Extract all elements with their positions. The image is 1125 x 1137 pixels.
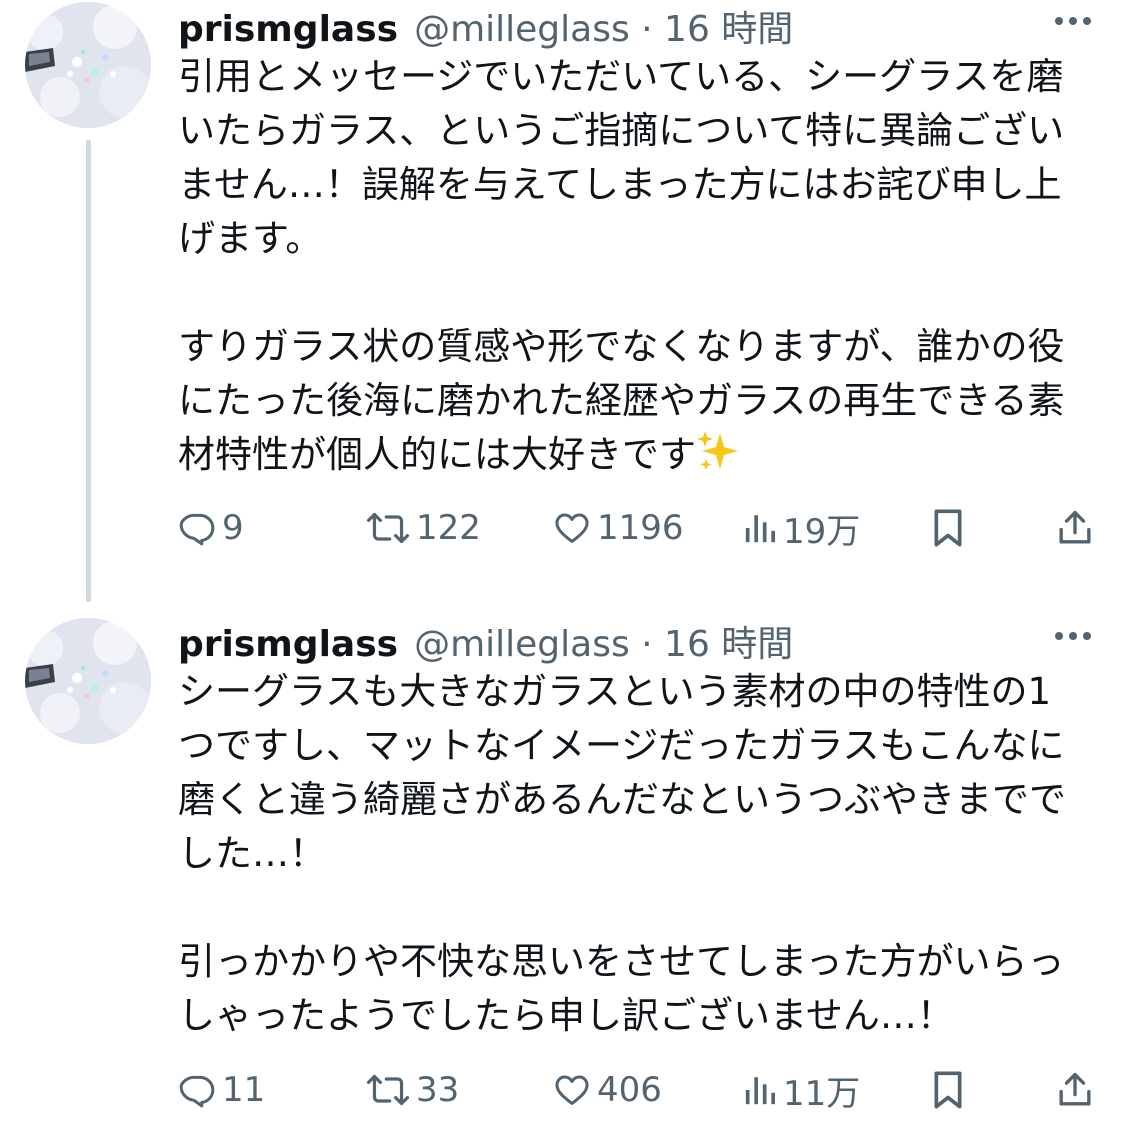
display-name[interactable]: prismglass <box>178 9 398 50</box>
share-button[interactable] <box>1056 503 1094 553</box>
sparkles-icon <box>696 429 740 488</box>
views-chart-icon <box>745 515 776 543</box>
tweet-header: prismglass @milleglass · 16 時間 <box>178 615 1095 665</box>
reply-button[interactable]: 9 <box>178 503 244 553</box>
avatar[interactable] <box>25 2 151 128</box>
avatar[interactable] <box>25 618 151 744</box>
tweet-actions: 11 33 406 11万 <box>178 1065 1098 1115</box>
reply-button[interactable]: 11 <box>178 1065 265 1115</box>
repost-count: 33 <box>416 1070 460 1110</box>
repost-button[interactable]: 122 <box>366 503 481 553</box>
repost-count: 122 <box>416 508 481 548</box>
reply-icon <box>179 1075 215 1108</box>
bookmark-icon <box>934 509 962 547</box>
like-count: 1196 <box>597 508 684 548</box>
views-button[interactable]: 19万 <box>743 503 860 553</box>
like-button[interactable]: 1196 <box>553 503 684 553</box>
thread-line <box>86 140 91 602</box>
tweet-text-content: 引用とメッセージでいただいている、シーグラスを磨いたらガラス、というご指摘につい… <box>178 55 1065 476</box>
bookmark-icon <box>934 1071 962 1109</box>
tweet-text-content: シーグラスも大きなガラスという素材の中の特性の1つですし、マットなイメージだった… <box>178 670 1066 1037</box>
views-count: 19万 <box>783 511 861 552</box>
share-button[interactable] <box>1056 1065 1094 1115</box>
tweet[interactable]: prismglass @milleglass · 16 時間 シーグラスも大きな… <box>0 600 1125 1137</box>
like-count: 406 <box>597 1070 662 1110</box>
reply-count: 11 <box>222 1070 266 1110</box>
avatar-glass-image <box>25 618 151 744</box>
reply-count: 9 <box>222 508 244 548</box>
display-name[interactable]: prismglass <box>178 624 398 665</box>
tweet-actions: 9 122 1196 19万 <box>178 503 1098 553</box>
views-button[interactable]: 11万 <box>743 1065 860 1115</box>
views-chart-icon <box>745 1077 776 1105</box>
share-icon <box>1059 510 1091 544</box>
avatar-glass-image <box>25 2 151 128</box>
bookmark-button[interactable] <box>930 503 966 553</box>
like-button[interactable]: 406 <box>553 1065 662 1115</box>
tweet[interactable]: prismglass @milleglass · 16 時間 引用とメッセージで… <box>0 0 1125 602</box>
handle-and-time[interactable]: @milleglass · 16 時間 <box>414 615 793 667</box>
heart-icon <box>555 1075 589 1105</box>
repost-button[interactable]: 33 <box>366 1065 459 1115</box>
repost-icon <box>366 1074 410 1106</box>
tweet-header: prismglass @milleglass · 16 時間 <box>178 0 1095 50</box>
reply-icon <box>179 513 215 546</box>
more-options-icon[interactable] <box>1051 621 1095 651</box>
repost-icon <box>366 512 410 544</box>
share-icon <box>1059 1072 1091 1106</box>
tweet-text: 引用とメッセージでいただいている、シーグラスを磨いたらガラス、というご指摘につい… <box>178 50 1083 488</box>
bookmark-button[interactable] <box>930 1065 966 1115</box>
handle-and-time[interactable]: @milleglass · 16 時間 <box>414 0 793 52</box>
heart-icon <box>555 513 589 543</box>
views-count: 11万 <box>783 1073 861 1114</box>
more-options-icon[interactable] <box>1051 6 1095 36</box>
tweet-text: シーグラスも大きなガラスという素材の中の特性の1つですし、マットなイメージだった… <box>178 665 1083 1043</box>
